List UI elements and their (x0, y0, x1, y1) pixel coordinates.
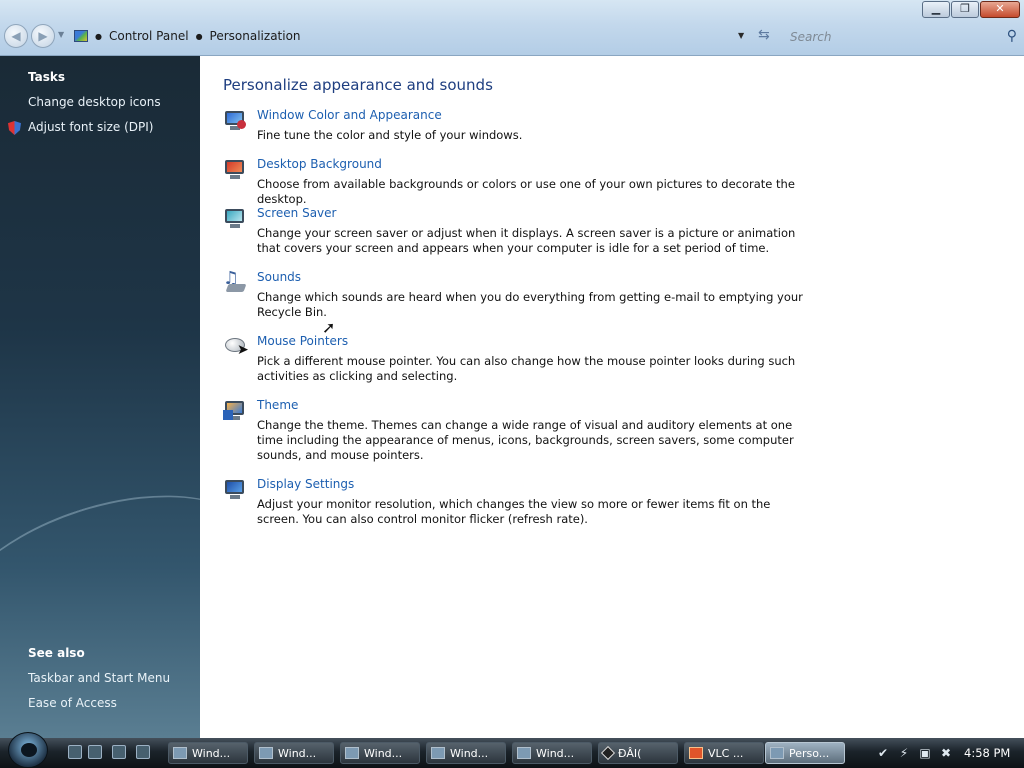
taskbar-button-label: Wind... (278, 746, 317, 760)
taskbar-button[interactable]: VLC ... (684, 742, 764, 764)
task-pane: Tasks Change desktop icons Adjust font s… (0, 56, 200, 738)
taskbar-button-label: ĐÂI( (618, 746, 642, 760)
breadcrumb-separator-icon[interactable]: ● (196, 32, 203, 41)
list-item: Desktop Background Choose from available… (223, 157, 813, 206)
list-item: Display Settings Adjust your monitor res… (223, 477, 813, 533)
network-check-icon[interactable]: ✔ (876, 746, 890, 760)
show-desktop-icon[interactable] (68, 745, 82, 759)
control-panel-icon (74, 30, 88, 42)
window-icon (345, 747, 359, 759)
item-description: Choose from available backgrounds or col… (257, 177, 795, 206)
taskbar-button[interactable]: Wind... (254, 742, 334, 764)
search-box[interactable]: ⚲ (783, 27, 1021, 47)
volume-muted-icon[interactable]: ✖ (939, 746, 953, 760)
quick-launch-icon[interactable] (136, 745, 150, 759)
taskbar-button-label: Wind... (192, 746, 231, 760)
address-dropdown-icon[interactable]: ▼ (738, 31, 744, 40)
tasks-heading: Tasks (28, 70, 66, 84)
display-settings-icon[interactable] (223, 477, 247, 501)
window-color-appearance-link[interactable]: Window Color and Appearance (257, 108, 442, 122)
sounds-icon[interactable]: ♫ (223, 270, 247, 294)
adjust-font-size-link[interactable]: Adjust font size (DPI) (28, 120, 153, 134)
back-button[interactable]: ◀ (4, 24, 28, 48)
taskbar-button-label: VLC ... (708, 746, 744, 760)
taskbar-button[interactable]: Wind... (426, 742, 506, 764)
display-settings-link[interactable]: Display Settings (257, 477, 354, 491)
theme-icon[interactable] (223, 398, 247, 422)
list-item: Theme Change the theme. Themes can chang… (223, 398, 813, 468)
sounds-link[interactable]: Sounds (257, 270, 301, 284)
breadcrumb-personalization[interactable]: Personalization (210, 29, 301, 43)
taskbar-button-active[interactable]: Perso... (765, 742, 845, 764)
shield-icon (8, 121, 21, 135)
taskbar-button[interactable]: Wind... (340, 742, 420, 764)
item-description: Pick a different mouse pointer. You can … (257, 354, 796, 383)
minimize-button[interactable]: ▁ (922, 1, 950, 18)
list-item: ➤ Mouse Pointers Pick a different mouse … (223, 334, 813, 390)
maximize-button[interactable]: ❐ (951, 1, 979, 18)
back-arrow-icon: ◀ (11, 29, 21, 43)
quick-launch-icon[interactable] (88, 745, 102, 759)
list-item: Screen Saver Change your screen saver or… (223, 206, 813, 262)
change-desktop-icons-link[interactable]: Change desktop icons (28, 95, 161, 109)
title-bar: ▁ ❐ ✕ ◀ ▶ ▼ ● Control Panel ● Personaliz… (0, 0, 1024, 56)
recent-pages-dropdown-icon[interactable]: ▼ (58, 30, 64, 39)
list-item: ♫ Sounds Change which sounds are heard w… (223, 270, 813, 326)
screen-saver-link[interactable]: Screen Saver (257, 206, 336, 220)
search-input[interactable] (783, 28, 983, 46)
pen-icon (600, 745, 616, 761)
close-button[interactable]: ✕ (980, 1, 1020, 18)
search-icon[interactable]: ⚲ (1007, 28, 1017, 44)
item-description: Change your screen saver or adjust when … (257, 226, 796, 255)
forward-arrow-icon: ▶ (38, 29, 48, 43)
breadcrumb[interactable]: ● Control Panel ● Personalization (70, 25, 752, 47)
taskbar-button-label: Wind... (536, 746, 575, 760)
taskbar-button-label: Wind... (364, 746, 403, 760)
network-icon[interactable]: ▣ (918, 746, 932, 760)
taskbar-button[interactable]: ĐÂI( (598, 742, 678, 764)
taskbar-button-label: Perso... (789, 746, 830, 760)
window-icon (259, 747, 273, 759)
vlc-icon (689, 747, 703, 759)
item-description: Change the theme. Themes can change a wi… (257, 418, 794, 462)
see-also-heading: See also (28, 646, 85, 660)
desktop-background-icon[interactable] (223, 157, 247, 181)
window-icon (517, 747, 531, 759)
system-tray: ✔ ⚡ ▣ ✖ 4:58 PM (868, 738, 1024, 768)
screen-saver-icon[interactable] (223, 206, 247, 230)
mouse-pointers-icon[interactable]: ➤ (223, 334, 249, 358)
window-controls: ▁ ❐ ✕ (922, 1, 1020, 18)
taskbar-button[interactable]: Wind... (168, 742, 248, 764)
item-description: Adjust your monitor resolution, which ch… (257, 497, 771, 526)
ease-of-access-link[interactable]: Ease of Access (28, 696, 117, 710)
main-content: Personalize appearance and sounds Window… (200, 56, 1024, 738)
refresh-icon[interactable]: ⇆ (758, 27, 770, 43)
desktop-background-link[interactable]: Desktop Background (257, 157, 382, 171)
window-icon (431, 747, 445, 759)
list-item: Window Color and Appearance Fine tune th… (223, 108, 813, 148)
item-description: Change which sounds are heard when you d… (257, 290, 803, 319)
quick-launch-icon[interactable] (112, 745, 126, 759)
start-button[interactable] (8, 732, 48, 768)
breadcrumb-separator-icon[interactable]: ● (95, 32, 102, 41)
antivirus-icon[interactable]: ⚡ (897, 746, 911, 760)
theme-link[interactable]: Theme (257, 398, 298, 412)
window-color-icon[interactable] (223, 108, 247, 132)
page-title: Personalize appearance and sounds (223, 76, 493, 94)
item-description: Fine tune the color and style of your wi… (257, 128, 523, 142)
taskbar-button-label: Wind... (450, 746, 489, 760)
mouse-cursor-icon: ➚ (322, 318, 336, 337)
taskbar-button[interactable]: Wind... (512, 742, 592, 764)
taskbar-start-menu-link[interactable]: Taskbar and Start Menu (28, 671, 170, 685)
clock[interactable]: 4:58 PM (964, 746, 1010, 760)
personalization-icon (770, 747, 784, 759)
window-icon (173, 747, 187, 759)
breadcrumb-control-panel[interactable]: Control Panel (109, 29, 189, 43)
forward-button[interactable]: ▶ (31, 24, 55, 48)
